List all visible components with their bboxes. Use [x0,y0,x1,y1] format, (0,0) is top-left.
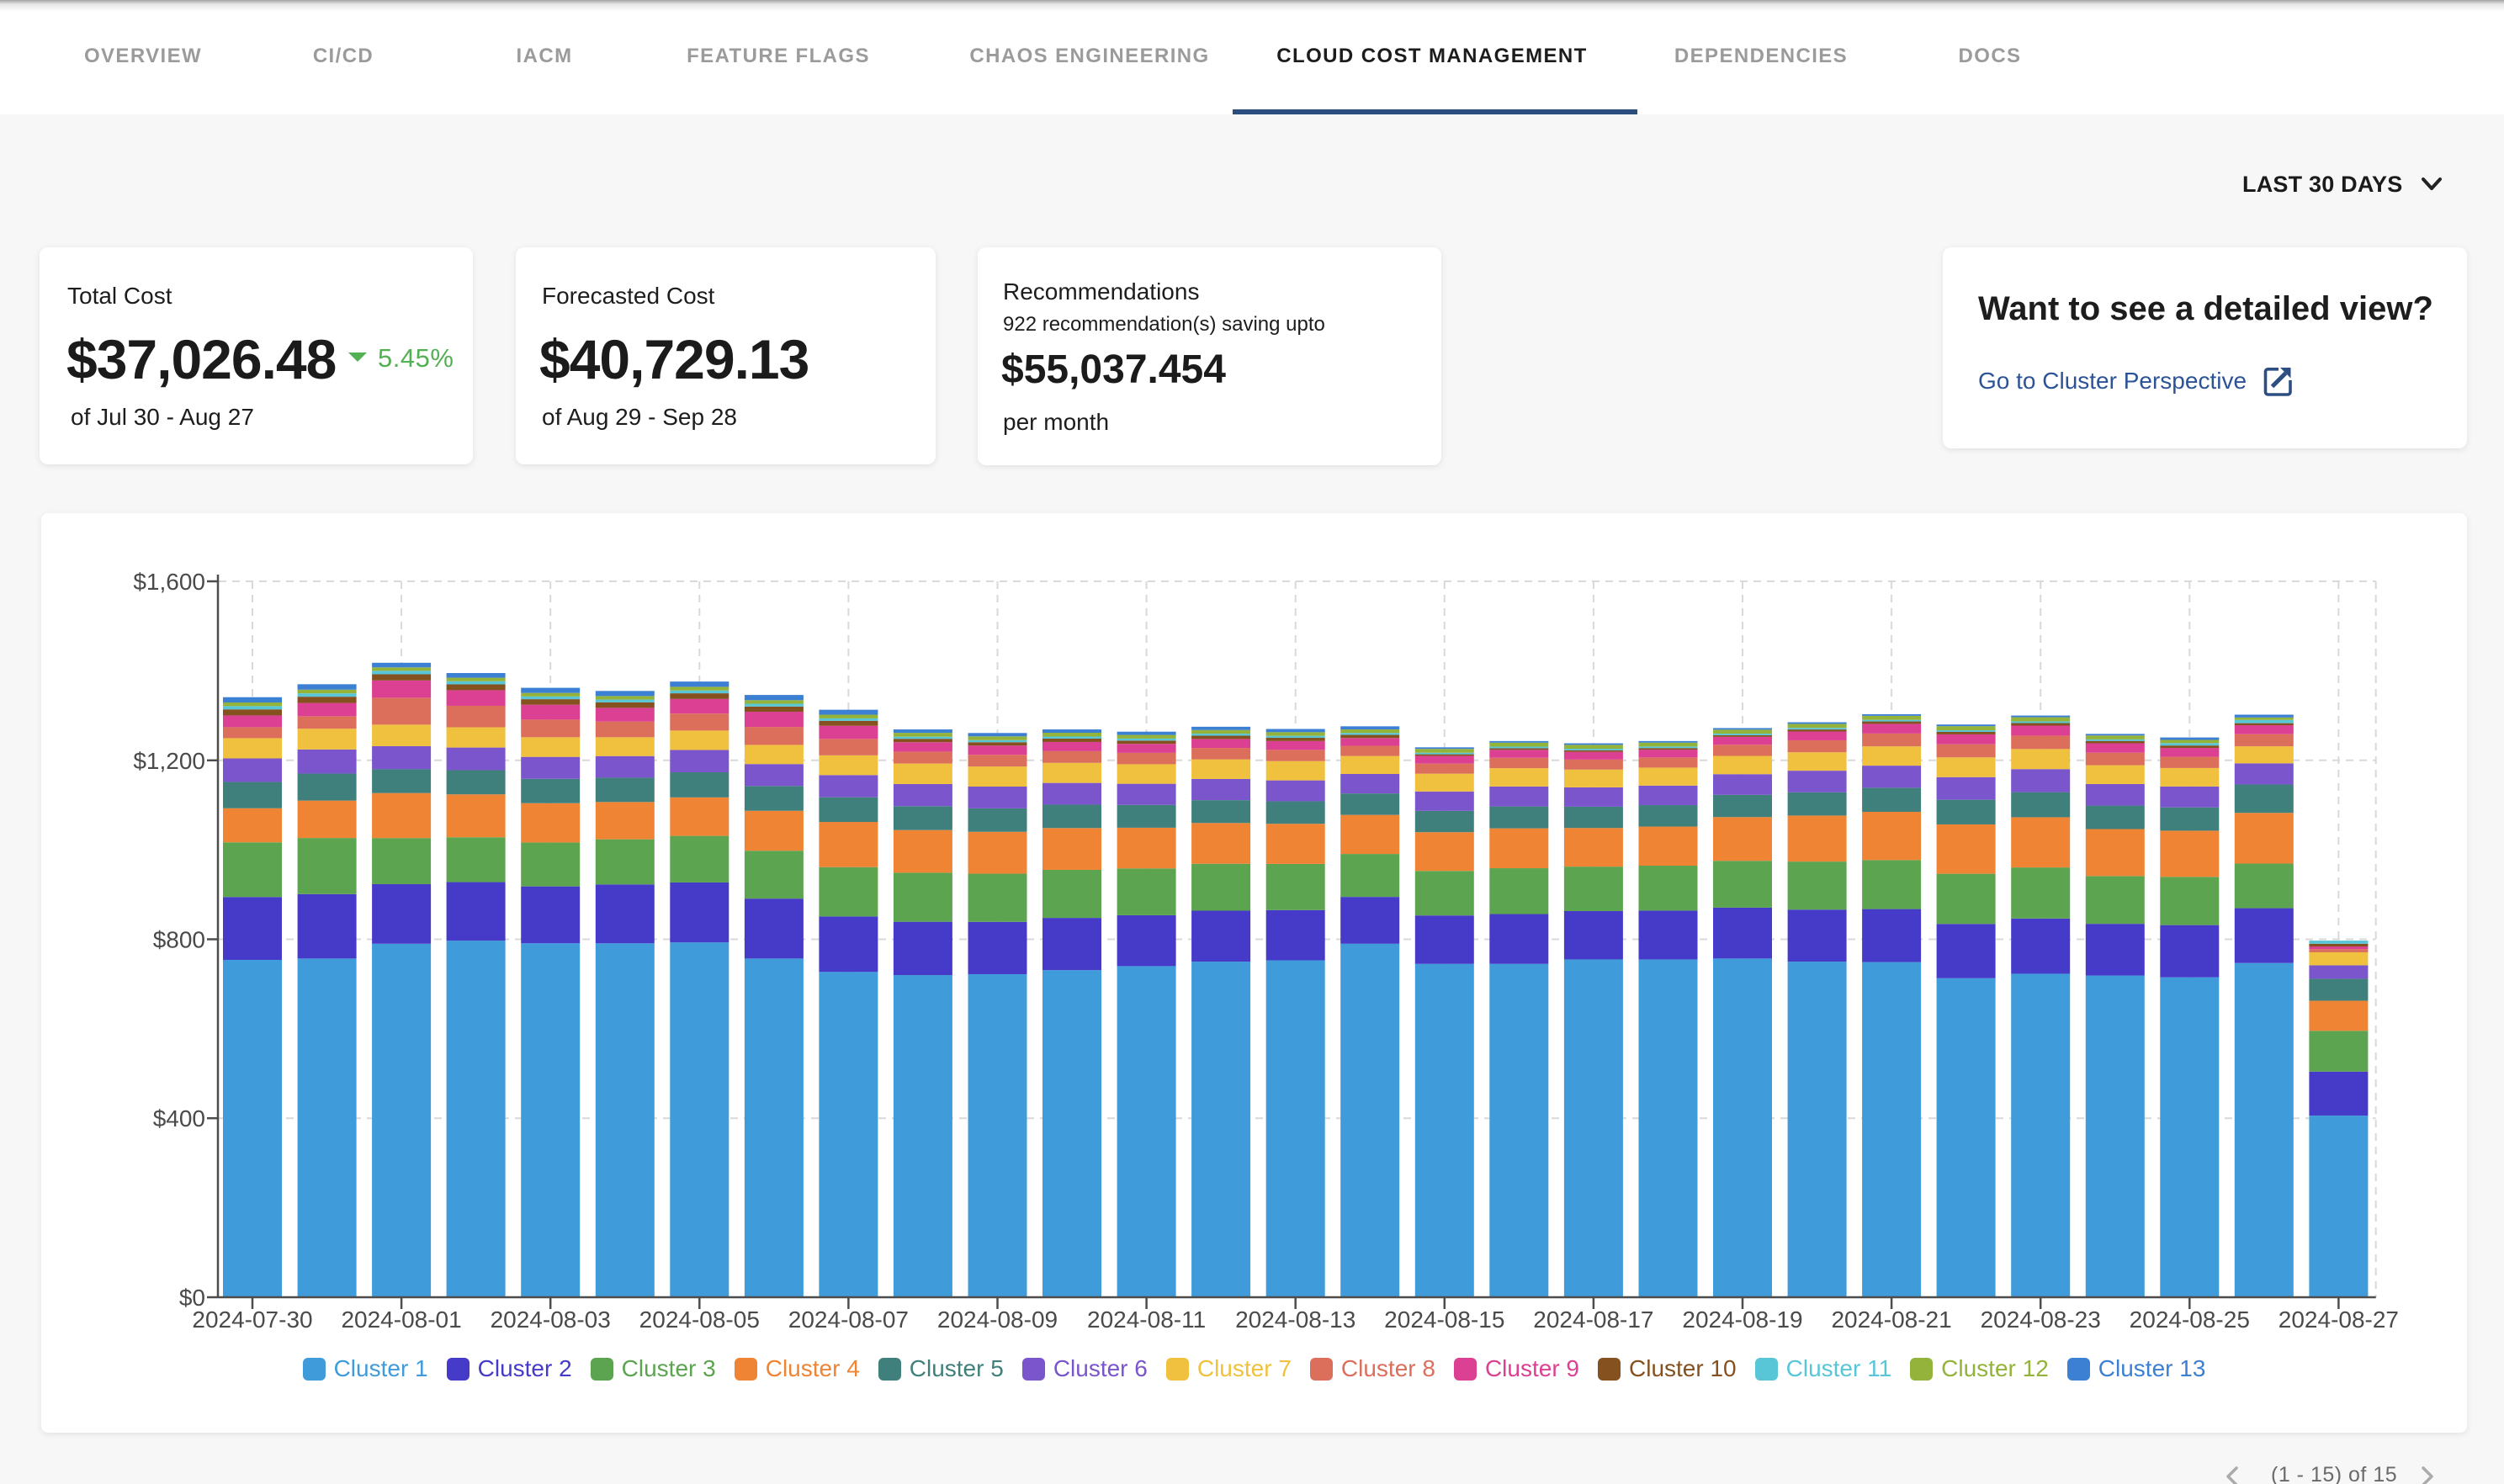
svg-text:$1,600: $1,600 [133,569,205,595]
svg-text:2024-08-15: 2024-08-15 [1384,1306,1504,1333]
svg-text:$800: $800 [153,927,205,953]
svg-text:2024-08-19: 2024-08-19 [1682,1306,1802,1333]
svg-text:2024-08-03: 2024-08-03 [491,1306,611,1333]
svg-text:2024-08-09: 2024-08-09 [937,1306,1058,1333]
svg-text:2024-08-13: 2024-08-13 [1235,1306,1355,1333]
svg-text:$1,200: $1,200 [133,748,205,774]
svg-text:2024-08-27: 2024-08-27 [2279,1306,2399,1333]
svg-text:2024-08-21: 2024-08-21 [1831,1306,1951,1333]
svg-text:2024-08-23: 2024-08-23 [1981,1306,2101,1333]
svg-text:2024-08-25: 2024-08-25 [2130,1306,2250,1333]
svg-text:2024-07-30: 2024-07-30 [192,1306,312,1333]
svg-text:2024-08-01: 2024-08-01 [341,1306,461,1333]
svg-text:2024-08-07: 2024-08-07 [788,1306,909,1333]
svg-text:2024-08-11: 2024-08-11 [1087,1306,1206,1333]
svg-text:2024-08-05: 2024-08-05 [639,1306,760,1333]
svg-text:$400: $400 [153,1105,205,1132]
svg-text:2024-08-17: 2024-08-17 [1533,1306,1653,1333]
